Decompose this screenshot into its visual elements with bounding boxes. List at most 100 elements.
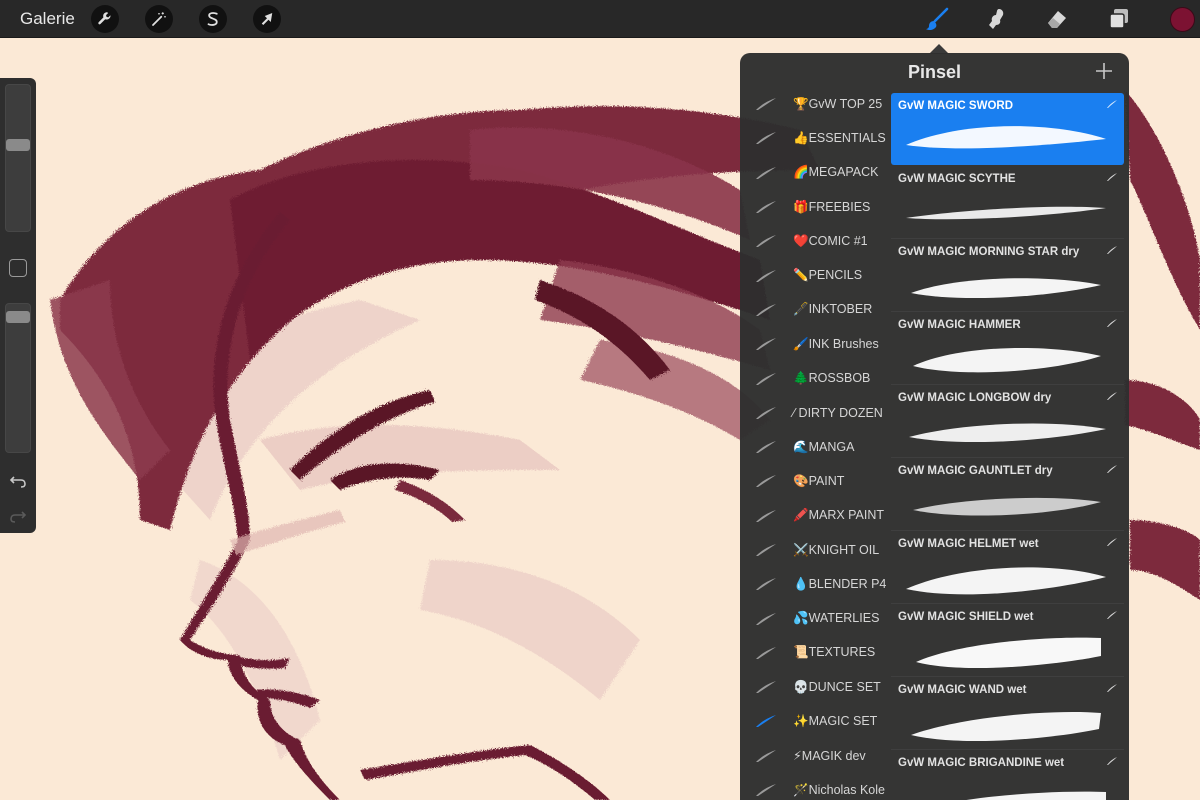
brush-set-label: 💦WATERLIES [793, 611, 880, 626]
brush-set-item[interactable]: 🖋️INKTOBER [740, 293, 890, 327]
brush-edit-icon[interactable] [1106, 683, 1118, 693]
brush-stroke-preview [911, 711, 1101, 742]
color-picker-button[interactable] [1170, 7, 1195, 32]
layers-icon [1109, 9, 1128, 29]
brush-set-label: ❤️COMIC #1 [793, 233, 868, 248]
brush-set-stroke-icon [756, 372, 776, 385]
brush-set-label: ⚡MAGIK dev [793, 749, 866, 764]
brush-edit-icon[interactable] [1106, 756, 1118, 766]
brush-set-item[interactable]: ⚡MAGIK dev [740, 739, 890, 773]
brush-set-item[interactable]: 👍ESSENTIALS [740, 121, 890, 155]
brush-library-panel: Pinsel 🏆GvW TOP 25 👍ESSENTIALS 🌈MEGAPACK 🎁F… [740, 53, 1129, 800]
brush-stroke-preview [909, 423, 1106, 443]
brush-set-stroke-icon [756, 784, 776, 797]
brush-set-label: ⚔️KNIGHT OIL [793, 542, 880, 557]
brush-stroke-preview [911, 278, 1101, 299]
brush-set-item[interactable]: 💧BLENDER P4 [740, 567, 890, 601]
brush-set-stroke-icon [756, 441, 776, 454]
opacity-slider-thumb[interactable] [6, 310, 30, 323]
brush-set-item[interactable]: 📜TEXTURES [740, 636, 890, 670]
modify-button[interactable] [9, 259, 27, 277]
brush-item[interactable]: GvW MAGIC SHIELD wet [891, 604, 1124, 677]
brush-set-label: 🌈MEGAPACK [793, 165, 879, 180]
brush-stroke-preview [916, 637, 1101, 669]
redo-icon[interactable] [8, 506, 28, 526]
brush-set-item[interactable]: ❤️COMIC #1 [740, 224, 890, 258]
brush-edit-icon[interactable] [1106, 99, 1118, 109]
undo-icon[interactable] [8, 471, 28, 491]
brush-set-item[interactable]: 💀DUNCE SET [740, 670, 890, 704]
brush-set-label: 🌊MANGA [793, 439, 855, 454]
arrow-cursor-icon [261, 13, 273, 25]
brush-set-item[interactable]: 🖌️INK Brushes [740, 327, 890, 361]
brush-set-label: ✏️PENCILS [793, 268, 863, 283]
brush-item[interactable]: GvW MAGIC BRIGANDINE wet [891, 750, 1124, 800]
brush-edit-icon[interactable] [1106, 318, 1118, 328]
brush-set-item[interactable]: 🌊MANGA [740, 430, 890, 464]
opacity-slider[interactable] [5, 303, 31, 453]
smudge-tool-button[interactable] [981, 4, 1011, 34]
panel-title: Pinsel [907, 62, 962, 82]
brush-edit-icon[interactable] [1106, 245, 1118, 255]
adjustments-button[interactable] [145, 5, 173, 33]
brush-item[interactable]: GvW MAGIC MORNING STAR dry [891, 239, 1124, 312]
brush-set-item[interactable]: 🎨PAINT [740, 464, 890, 498]
brush-edit-icon[interactable] [1106, 172, 1118, 182]
brush-name: GvW MAGIC WAND wet [898, 684, 1027, 696]
brush-stroke-preview [966, 791, 1106, 800]
brush-item[interactable]: GvW MAGIC SWORD [891, 93, 1124, 165]
brush-name: GvW MAGIC HAMMER [898, 319, 1021, 331]
brush-item[interactable]: GvW MAGIC HELMET wet [891, 531, 1124, 604]
brush-set-item[interactable]: ✨MAGIC SET [740, 704, 890, 738]
brush-set-item[interactable]: 💦WATERLIES [740, 601, 890, 635]
brush-item[interactable]: GvW MAGIC LONGBOW dry [891, 385, 1124, 458]
brush-set-item[interactable]: 🏆GvW TOP 25 [740, 87, 890, 121]
plus-icon[interactable] [1094, 61, 1114, 81]
eraser-tool-button[interactable] [1042, 4, 1072, 34]
brush-tool-button[interactable] [922, 4, 952, 34]
brush-stroke-preview [906, 126, 1106, 149]
brush-set-item[interactable]: 🎁FREEBIES [740, 190, 890, 224]
selection-button[interactable] [199, 5, 227, 33]
left-sidebar [0, 78, 36, 533]
brush-item[interactable]: GvW MAGIC WAND wet [891, 677, 1124, 750]
brush-edit-icon[interactable] [1106, 610, 1118, 620]
brush-name: GvW MAGIC SWORD [898, 100, 1013, 112]
brush-set-stroke-icon [756, 303, 776, 316]
brush-set-item[interactable]: 🖍️MARX PAINT [740, 499, 890, 533]
brush-set-stroke-icon [756, 509, 776, 522]
brush-set-item[interactable]: ⚔️KNIGHT OIL [740, 533, 890, 567]
brush-set-stroke-icon [756, 338, 776, 351]
brush-edit-icon[interactable] [1106, 537, 1118, 547]
brush-set-stroke-icon [756, 235, 776, 248]
gallery-button[interactable]: Galerie [20, 9, 75, 29]
brush-edit-icon[interactable] [1106, 464, 1118, 474]
brush-set-list: 🏆GvW TOP 25 👍ESSENTIALS 🌈MEGAPACK 🎁FREEBIES… [740, 87, 890, 800]
brush-item[interactable]: GvW MAGIC SCYTHE [891, 166, 1124, 239]
brush-item[interactable]: GvW MAGIC GAUNTLET dry [891, 458, 1124, 531]
brush-size-slider-thumb[interactable] [6, 139, 30, 152]
brush-set-stroke-icon [756, 475, 776, 488]
transform-button[interactable] [253, 5, 281, 33]
brush-set-item[interactable]: ✏️PENCILS [740, 258, 890, 292]
brush-set-label: 👍ESSENTIALS [793, 130, 886, 145]
actions-button[interactable] [91, 5, 119, 33]
brush-set-item[interactable]: 🌲ROSSBOB [740, 361, 890, 395]
brush-list: GvW MAGIC SWORD GvW MAGIC SCYTHE GvW MAGIC… [891, 93, 1124, 800]
layers-button[interactable] [1104, 4, 1134, 34]
brush-set-item[interactable]: 🌈MEGAPACK [740, 156, 890, 190]
brush-set-stroke-icon [756, 201, 776, 214]
brush-set-label: 🏆GvW TOP 25 [793, 96, 883, 111]
brush-stroke-preview [913, 347, 1101, 373]
brush-set-stroke-icon [756, 715, 776, 728]
brush-item[interactable]: GvW MAGIC HAMMER [891, 312, 1124, 385]
brush-set-label: 💧BLENDER P4 [793, 576, 887, 591]
brush-size-slider[interactable] [5, 84, 31, 232]
brush-stroke-preview [913, 497, 1101, 516]
brush-set-item[interactable]: 🪄Nicholas Kole [740, 773, 890, 800]
brush-edit-icon[interactable] [1106, 391, 1118, 401]
brush-set-label: 💀DUNCE SET [793, 679, 881, 694]
brush-set-item[interactable]: ⁄ DIRTY DOZEN [740, 396, 890, 430]
brush-set-label: 🪄Nicholas Kole [793, 782, 885, 797]
brush-set-stroke-icon [756, 98, 776, 111]
